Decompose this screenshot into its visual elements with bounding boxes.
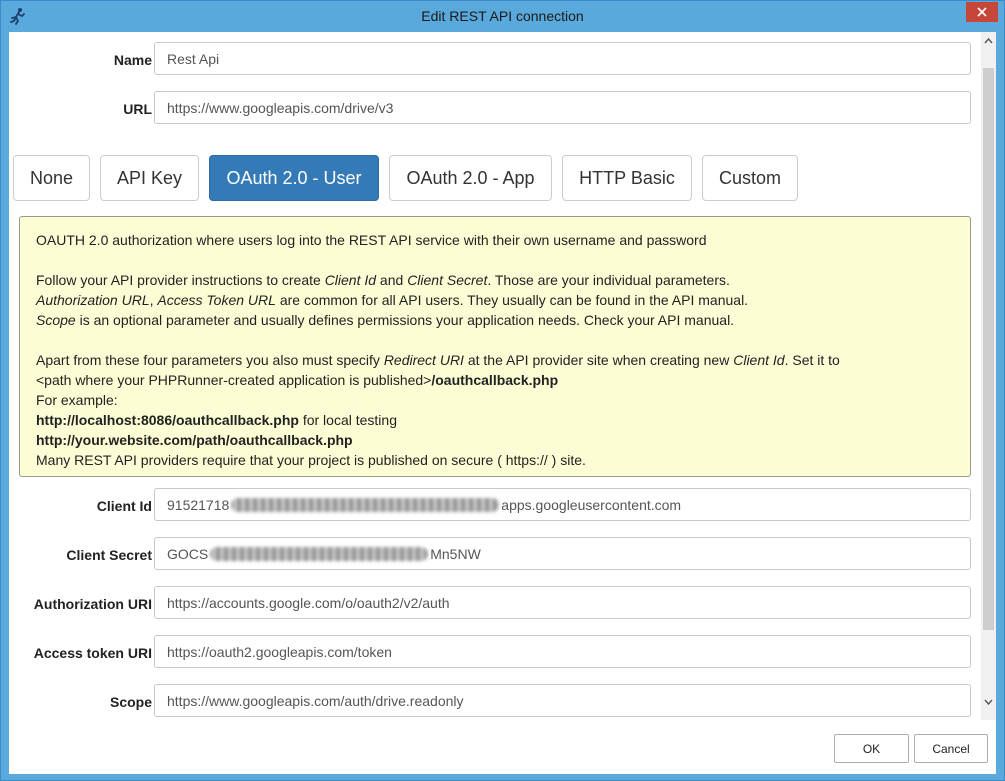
client-id-label: Client Id — [96, 498, 152, 514]
client-secret-value-prefix: GOCS — [167, 545, 209, 562]
info-line: Authorization URL, Access Token URL are … — [36, 292, 749, 308]
authorization-uri-input[interactable] — [154, 586, 971, 619]
redacted-value — [231, 497, 500, 512]
access-token-uri-input[interactable] — [154, 635, 971, 668]
window-title: Edit REST API connection — [421, 8, 584, 24]
dialog-window: Edit REST API connection Name URL None A… — [0, 0, 1005, 781]
client-id-value-suffix: apps.googleusercontent.com — [501, 496, 682, 513]
chevron-up-icon — [984, 37, 993, 43]
redacted-value — [210, 546, 429, 561]
tab-none[interactable]: None — [13, 155, 90, 201]
client-secret-label: Client Secret — [66, 547, 152, 563]
name-label: Name — [113, 52, 152, 68]
info-line: Scope is an optional parameter and usual… — [36, 312, 735, 328]
scope-input[interactable] — [154, 684, 971, 717]
tab-api-key[interactable]: API Key — [100, 155, 199, 201]
url-label: URL — [123, 101, 152, 117]
title-bar[interactable]: Edit REST API connection — [1, 1, 1004, 32]
scroll-down-button[interactable] — [981, 693, 996, 710]
dialog-content: Name URL None API Key OAuth 2.0 - User O… — [9, 32, 996, 774]
vertical-scrollbar[interactable] — [981, 32, 996, 720]
close-button[interactable] — [966, 2, 998, 22]
client-id-value-prefix: 91521718 — [167, 496, 230, 513]
info-line: <path where your PHPRunner-created appli… — [36, 372, 559, 388]
info-line: http://localhost:8086/oauthcallback.php … — [36, 412, 397, 428]
info-line: Apart from these four parameters you als… — [36, 352, 840, 368]
scope-label: Scope — [109, 694, 152, 710]
tab-custom[interactable]: Custom — [702, 155, 798, 201]
oauth-info-panel: OAUTH 2.0 authorization where users log … — [19, 216, 971, 477]
access-token-uri-label: Access token URI — [33, 645, 152, 661]
client-id-input[interactable]: 91521718 apps.googleusercontent.com — [154, 488, 971, 521]
scroll-thumb[interactable] — [983, 68, 994, 630]
ok-button[interactable]: OK — [834, 734, 909, 763]
chevron-down-icon — [984, 699, 993, 705]
cancel-button[interactable]: Cancel — [914, 734, 988, 763]
info-line: Follow your API provider instructions to… — [36, 272, 730, 288]
name-input[interactable] — [154, 42, 971, 75]
tab-oauth2-user[interactable]: OAuth 2.0 - User — [209, 155, 379, 201]
info-line: Many REST API providers require that you… — [36, 452, 586, 468]
tab-http-basic[interactable]: HTTP Basic — [562, 155, 692, 201]
info-line: For example: — [36, 392, 118, 408]
url-input[interactable] — [154, 91, 971, 124]
scroll-up-button[interactable] — [981, 32, 996, 49]
tab-oauth2-app[interactable]: OAuth 2.0 - App — [389, 155, 552, 201]
info-line: OAUTH 2.0 authorization where users log … — [36, 232, 707, 248]
client-secret-value-suffix: Mn5NW — [430, 545, 481, 562]
info-line: http://your.website.com/path/oauthcallba… — [36, 432, 353, 448]
authorization-uri-label: Authorization URI — [33, 596, 152, 612]
close-icon — [977, 7, 987, 17]
client-secret-input[interactable]: GOCS Mn5NW — [154, 537, 971, 570]
